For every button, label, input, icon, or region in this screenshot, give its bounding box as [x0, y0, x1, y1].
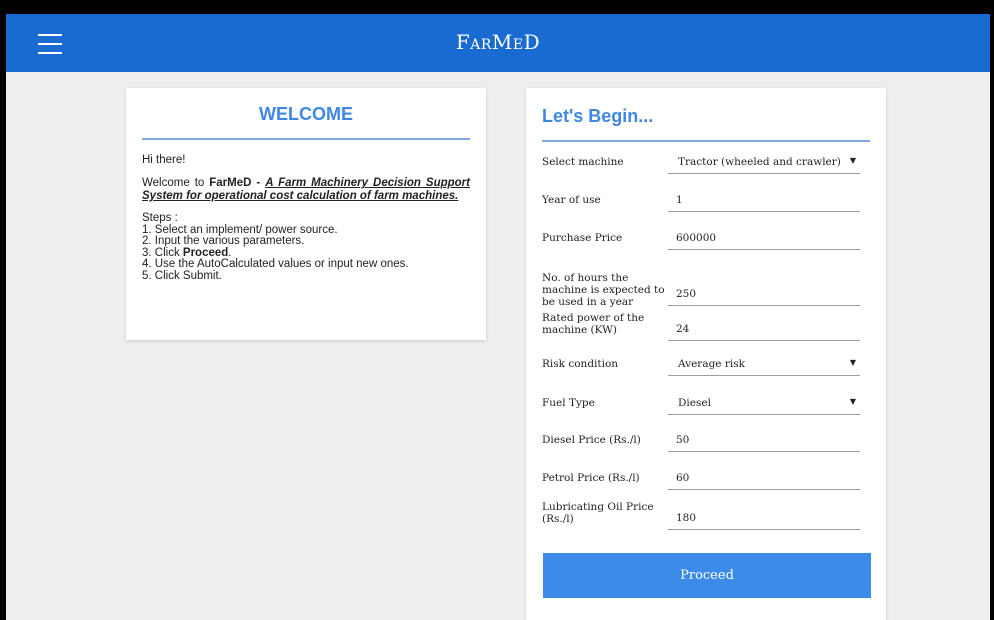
app-title: FarMeD: [455, 30, 541, 54]
greeting: Hi there!: [142, 154, 186, 166]
diesel-input[interactable]: [668, 428, 860, 451]
machine-select-value: Tractor (wheeled and crawler): [678, 156, 841, 168]
intro-text: Welcome to FarMeD - A Farm Machinery Dec…: [142, 177, 470, 203]
step3-suffix: .: [228, 246, 232, 259]
intro-prefix: Welcome to: [142, 177, 210, 189]
welcome-body: Hi there! Welcome to FarMeD - A Farm Mac…: [126, 140, 486, 282]
proceed-button[interactable]: Proceed: [543, 553, 871, 598]
step3-prefix: 3. Click: [142, 246, 183, 259]
hours-input[interactable]: [668, 282, 860, 305]
petrol-input[interactable]: [668, 466, 860, 489]
price-input[interactable]: [668, 226, 860, 249]
machine-label: Select machine: [542, 156, 624, 168]
fuel-label: Fuel Type: [542, 397, 595, 409]
dropdown-caret-icon: ▼: [849, 156, 856, 165]
price-field[interactable]: [668, 226, 860, 250]
oil-label: Lubricating Oil Price (Rs./l): [542, 501, 654, 525]
dropdown-caret-icon: ▼: [849, 358, 856, 367]
step-item: 5. Click Submit.: [142, 269, 222, 282]
hours-label: No. of hours the machine is expected to …: [542, 272, 665, 308]
risk-label: Risk condition: [542, 358, 619, 370]
intro-dash: -: [251, 177, 266, 189]
step3-bold: Proceed: [182, 246, 229, 259]
machine-select[interactable]: Tractor (wheeled and crawler) ▼: [668, 150, 860, 174]
top-app-bar: FarMeD: [6, 14, 990, 72]
welcome-card: WELCOME Hi there! Welcome to FarMeD - A …: [126, 88, 486, 340]
app-frame: FarMeD WELCOME Hi there! Welcome to FarM…: [6, 14, 990, 620]
fuel-select-value: Diesel: [678, 397, 711, 409]
year-label: Year of use: [542, 194, 601, 206]
year-field[interactable]: [668, 188, 860, 212]
form-divider: [542, 140, 870, 142]
oil-input[interactable]: [668, 506, 860, 529]
form-card: Let's Begin... Select machine Tractor (w…: [526, 88, 886, 620]
fuel-select[interactable]: Diesel ▼: [668, 391, 860, 415]
price-label: Purchase Price: [542, 232, 623, 244]
diesel-label: Diesel Price (Rs./l): [542, 434, 641, 446]
welcome-title: WELCOME: [259, 104, 353, 124]
steps-heading: Steps :: [142, 212, 178, 224]
power-input[interactable]: [668, 317, 860, 340]
power-label: Rated power of the machine (KW): [542, 312, 645, 336]
intro-brand: FarMeD: [209, 177, 252, 189]
diesel-field[interactable]: [668, 428, 860, 452]
risk-select-value: Average risk: [678, 358, 745, 370]
power-field[interactable]: [668, 317, 860, 341]
petrol-field[interactable]: [668, 466, 860, 490]
form-title: Let's Begin...: [542, 106, 654, 126]
steps-list: Steps : 1. Select an implement/ power so…: [142, 212, 470, 282]
dropdown-caret-icon: ▼: [849, 397, 856, 406]
petrol-label: Petrol Price (Rs./l): [542, 472, 640, 484]
step-item: 4. Use the AutoCalculated values or inpu…: [142, 258, 409, 270]
oil-field[interactable]: [668, 506, 860, 530]
risk-select[interactable]: Average risk ▼: [668, 352, 860, 376]
hours-field[interactable]: [668, 282, 860, 306]
year-input[interactable]: [668, 188, 860, 211]
